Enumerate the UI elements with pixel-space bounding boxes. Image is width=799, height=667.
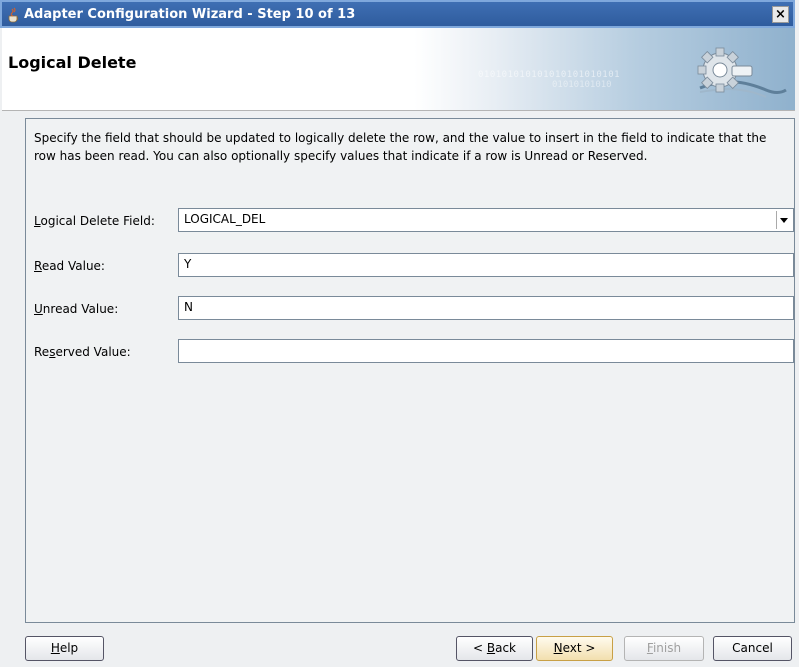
- logical-delete-field-label: Logical Delete Field:: [34, 214, 155, 228]
- instructions-text: Specify the field that should be updated…: [34, 131, 767, 163]
- help-button[interactable]: Help: [25, 636, 104, 661]
- chevron-down-icon[interactable]: [776, 211, 791, 229]
- page-title: Logical Delete: [8, 53, 137, 72]
- back-button[interactable]: < Back: [456, 636, 533, 661]
- logical-delete-field-dropdown[interactable]: LOGICAL_DEL: [178, 208, 794, 232]
- adapter-gear-icon: [697, 47, 787, 98]
- window-title: Adapter Configuration Wizard - Step 10 o…: [24, 7, 356, 22]
- next-button[interactable]: Next >: [536, 636, 613, 661]
- read-value-input[interactable]: Y: [178, 253, 794, 277]
- wizard-header-banner: Logical Delete 010101010101010101010101 …: [2, 28, 795, 111]
- reserved-value-input[interactable]: [178, 339, 794, 363]
- unread-value-input[interactable]: N: [178, 296, 794, 320]
- unread-value-label: Unread Value:: [34, 302, 119, 316]
- read-value-label: Read Value:: [34, 259, 105, 273]
- title-bar: Adapter Configuration Wizard - Step 10 o…: [0, 0, 795, 28]
- close-icon: ×: [775, 7, 786, 22]
- close-button[interactable]: ×: [772, 6, 789, 23]
- cancel-button[interactable]: Cancel: [713, 636, 792, 661]
- banner-binary-text-2: 01010101010: [552, 80, 612, 90]
- banner-binary-text: 010101010101010101010101: [478, 70, 621, 80]
- finish-button[interactable]: Finish: [624, 636, 704, 661]
- logical-delete-field-value: LOGICAL_DEL: [184, 212, 266, 226]
- java-cup-icon: [8, 7, 19, 23]
- reserved-value-label: Reserved Value:: [34, 345, 131, 359]
- logical-delete-panel: Specify the field that should be updated…: [25, 118, 795, 623]
